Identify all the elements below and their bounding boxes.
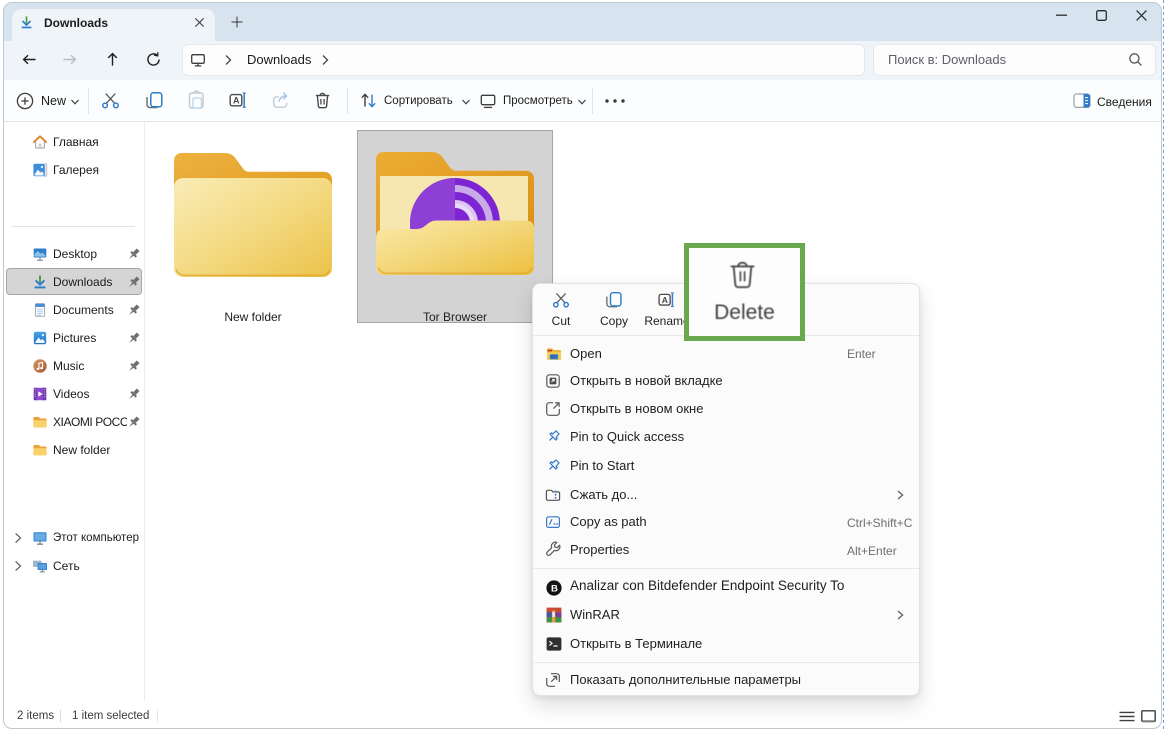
svg-text:A: A: [233, 95, 240, 105]
svg-text:B: B: [551, 583, 558, 594]
svg-text:A: A: [662, 295, 668, 305]
